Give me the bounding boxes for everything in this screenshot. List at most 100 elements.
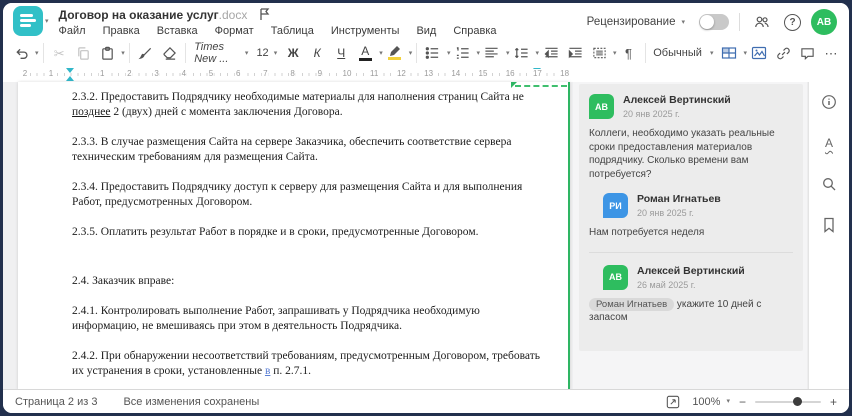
- doc-paragraph[interactable]: 2.3.2. Предоставить Подрядчику необходим…: [72, 90, 540, 120]
- zoom-level-select[interactable]: 100% ▾: [692, 396, 730, 408]
- align-left-icon[interactable]: [480, 41, 504, 65]
- bullet-list-icon[interactable]: [421, 41, 445, 65]
- paragraph-style-select[interactable]: Обычный ▾: [649, 41, 717, 65]
- user-avatar[interactable]: АВ: [811, 9, 837, 35]
- cut-icon[interactable]: ✂: [47, 41, 71, 65]
- zoom-out-button[interactable]: −: [739, 396, 746, 408]
- ruler-number: 12: [395, 69, 407, 78]
- zoom-in-button[interactable]: +: [830, 396, 837, 408]
- comment[interactable]: АВ Алексей Вертинский 20 янв 2025 г. Коллег…: [589, 94, 793, 181]
- review-mode-label: Рецензирование: [586, 16, 676, 28]
- paste-icon[interactable]: [95, 41, 119, 65]
- zoom-slider-handle[interactable]: [793, 397, 803, 406]
- doc-text-run: 2 (двух) дней с момента заключения Догов…: [110, 106, 343, 118]
- comment-reply[interactable]: АВ Алексей Вертинский 26 май 2025 г. Роман …: [589, 264, 793, 325]
- document-text[interactable]: 2.3.2. Предоставить Подрядчику необходим…: [18, 82, 570, 408]
- copy-icon[interactable]: [71, 41, 95, 65]
- comment-author: Алексей Вертинский: [637, 264, 745, 277]
- bookmark-icon[interactable]: [819, 215, 839, 235]
- doc-paragraph[interactable]: 2.3.5. Оплатить результат Работ в порядк…: [72, 225, 540, 240]
- ruler-number: 15: [477, 69, 489, 78]
- menu-item-справка[interactable]: Справка: [453, 25, 496, 37]
- chevron-down-icon: ▾: [45, 17, 49, 25]
- comment-avatar: АВ: [603, 264, 628, 290]
- undo-dropdown[interactable]: ▾: [35, 50, 39, 57]
- menu-item-вид[interactable]: Вид: [416, 25, 436, 37]
- doc-paragraph[interactable]: 2.4. Заказчик вправе:: [72, 274, 540, 289]
- save-status: Все изменения сохранены: [123, 395, 260, 408]
- font-color-button[interactable]: А: [353, 41, 377, 65]
- first-line-indent-marker[interactable]: [66, 68, 74, 73]
- ruler-number: 16: [504, 69, 516, 78]
- doc-text-run: 2.3.2. Предоставить Подрядчику необходим…: [72, 91, 524, 103]
- menu-item-таблица[interactable]: Таблица: [271, 25, 314, 37]
- insert-comment-icon[interactable]: [795, 41, 819, 65]
- doc-text-run: 2.4.2. При обнаружении несоответствий тр…: [72, 350, 540, 362]
- doc-paragraph[interactable]: 2.4.1. Контролировать выполнение Работ, …: [72, 304, 540, 334]
- comment-reply[interactable]: РИ Роман Игнатьев 20 янв 2025 г. Нам потреб…: [589, 193, 793, 240]
- ruler-number: 1: [98, 69, 106, 78]
- highlight-color-button[interactable]: [383, 41, 407, 65]
- format-painter-icon[interactable]: [133, 41, 157, 65]
- document-title: Договор на оказание услуг: [58, 7, 219, 22]
- bold-button[interactable]: Ж: [281, 41, 305, 65]
- paste-dropdown[interactable]: ▾: [121, 50, 125, 57]
- doc-text-run: 2.4.1. Контролировать выполнение Работ, …: [72, 305, 480, 317]
- ruler-number: 6: [234, 69, 242, 78]
- increase-indent-icon[interactable]: [563, 41, 587, 65]
- document-extension: .docx: [218, 7, 248, 22]
- doc-paragraph[interactable]: 2.3.3. В случае размещения Сайта на серв…: [72, 135, 540, 165]
- align-dropdown[interactable]: ▾: [506, 50, 510, 57]
- decrease-indent-icon[interactable]: [539, 41, 563, 65]
- insert-table-icon[interactable]: [717, 41, 741, 65]
- menu-item-инструменты[interactable]: Инструменты: [331, 25, 400, 37]
- doc-paragraph[interactable]: 2.4.2. При обнаружении несоответствий тр…: [72, 349, 540, 379]
- paragraph-borders-icon[interactable]: [587, 41, 611, 65]
- top-bar: ▾ Договор на оказание услуг .docx Файл Пр…: [3, 3, 849, 39]
- page-indicator[interactable]: Страница 2 из 3: [15, 396, 97, 408]
- undo-button[interactable]: [9, 41, 33, 65]
- ruler-number: 14: [450, 69, 462, 78]
- mention-chip[interactable]: Роман Игнатьев: [589, 297, 675, 311]
- app-menu-button[interactable]: ▾: [13, 6, 49, 36]
- insert-link-icon[interactable]: [771, 41, 795, 65]
- info-icon[interactable]: [819, 92, 839, 112]
- insert-image-icon[interactable]: [747, 41, 771, 65]
- comment-avatar: РИ: [603, 193, 628, 218]
- menu-item-вставка[interactable]: Вставка: [157, 25, 198, 37]
- font-name-select[interactable]: Times New ... ▾: [190, 41, 252, 65]
- left-indent-marker[interactable]: [66, 76, 74, 81]
- help-icon[interactable]: ?: [784, 13, 801, 31]
- doc-paragraph[interactable]: 2.3.4. Предоставить Подрядчику доступ к …: [72, 180, 540, 210]
- zoom-slider[interactable]: [754, 397, 821, 406]
- review-mode-dropdown[interactable]: Рецензирование ▾: [587, 16, 685, 28]
- comment-author: Алексей Вертинский: [623, 94, 731, 106]
- ruler-number: 18: [559, 69, 571, 78]
- document-page[interactable]: 2.3.2. Предоставить Подрядчику необходим…: [18, 82, 570, 408]
- menu-item-правка[interactable]: Правка: [103, 25, 140, 37]
- nonprinting-chars-icon[interactable]: ¶: [617, 41, 641, 65]
- more-tools-icon[interactable]: ⋯: [819, 41, 843, 65]
- comment-thread[interactable]: АВ Алексей Вертинский 20 янв 2025 г. Коллег…: [579, 84, 803, 351]
- menu-item-файл[interactable]: Файл: [59, 25, 86, 37]
- ruler-number: 13: [423, 69, 435, 78]
- ruler-number: 9: [316, 69, 324, 78]
- editor-area: 2.3.2. Предоставить Подрядчику необходим…: [3, 82, 849, 408]
- menu-item-формат[interactable]: Формат: [215, 25, 254, 37]
- horizontal-ruler[interactable]: 2 1 1 2 3 4 5 6 7 8 9 10 11 12 13 14 15 16 17 18: [3, 67, 571, 82]
- fit-to-width-icon[interactable]: [663, 392, 683, 412]
- divider: [739, 13, 740, 31]
- numbered-list-icon[interactable]: [450, 41, 474, 65]
- underline-button[interactable]: Ч: [329, 41, 353, 65]
- collaborators-icon[interactable]: [750, 10, 774, 34]
- line-spacing-icon[interactable]: [510, 41, 534, 65]
- italic-button[interactable]: К: [305, 41, 329, 65]
- clear-formatting-icon[interactable]: [157, 41, 181, 65]
- spellcheck-icon[interactable]: А: [819, 133, 839, 153]
- favorite-flag-icon[interactable]: [259, 8, 270, 21]
- doc-text-run: техническим требованиям для размещения С…: [72, 151, 318, 163]
- highlight-color-dropdown[interactable]: ▾: [409, 50, 413, 57]
- search-icon[interactable]: [819, 174, 839, 194]
- review-toggle[interactable]: [699, 14, 729, 30]
- font-size-select[interactable]: 12 ▾: [252, 41, 281, 65]
